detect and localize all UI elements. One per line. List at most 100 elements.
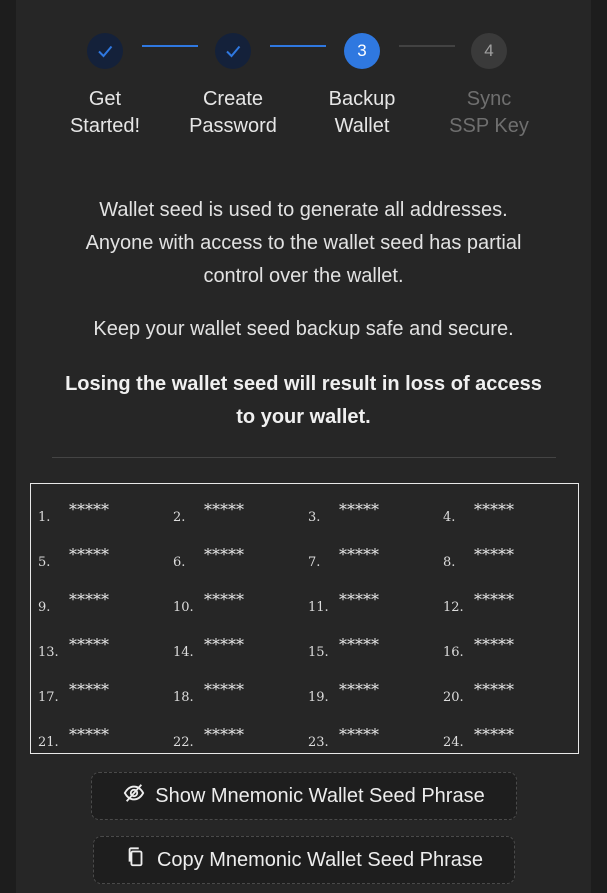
seed-word-masked: *****: [69, 545, 109, 564]
seed-word-masked: *****: [204, 500, 244, 519]
seed-word-masked: *****: [474, 680, 514, 699]
show-seed-phrase-label: Show Mnemonic Wallet Seed Phrase: [155, 784, 485, 807]
step-label: Sync SSP Key: [449, 88, 529, 137]
seed-word-masked: *****: [204, 725, 244, 744]
seed-word-number: 17.: [38, 690, 59, 705]
check-icon: [215, 33, 251, 69]
seed-word-masked: *****: [474, 635, 514, 654]
seed-word-number: 4.: [443, 510, 456, 525]
info-line: control over the wallet.: [203, 265, 404, 287]
step-number: 4: [471, 33, 507, 69]
seed-word-number: 19.: [308, 690, 329, 705]
seed-word: 10. *****: [166, 582, 296, 615]
warning-text: Losing the wallet seed will result in lo…: [65, 373, 542, 395]
seed-word-number: 1.: [38, 510, 51, 525]
seed-word-masked: *****: [339, 680, 379, 699]
seed-word: 20. *****: [436, 672, 566, 705]
seed-word-masked: *****: [474, 545, 514, 564]
seed-word-masked: *****: [69, 725, 109, 744]
eye-off-icon: [123, 782, 145, 810]
seed-word-masked: *****: [339, 590, 379, 609]
seed-word: 3. *****: [301, 492, 431, 525]
seed-word-masked: *****: [339, 545, 379, 564]
seed-word: 24. *****: [436, 717, 566, 750]
seed-word-masked: *****: [69, 590, 109, 609]
seed-word-masked: *****: [69, 635, 109, 654]
seed-word: 17. *****: [31, 672, 161, 705]
seed-word-masked: *****: [339, 635, 379, 654]
seed-word: 19. *****: [301, 672, 431, 705]
seed-word: 22. *****: [166, 717, 296, 750]
seed-word: 23. *****: [301, 717, 431, 750]
seed-word-masked: *****: [204, 590, 244, 609]
seed-word-number: 8.: [443, 555, 456, 570]
seed-word: 18. *****: [166, 672, 296, 705]
seed-word: 4. *****: [436, 492, 566, 525]
step-label: Create Password: [189, 88, 277, 137]
seed-word-number: 13.: [38, 645, 59, 660]
seed-word: 8. *****: [436, 537, 566, 570]
seed-word-masked: *****: [69, 500, 109, 519]
seed-word-number: 16.: [443, 645, 464, 660]
show-seed-phrase-button[interactable]: Show Mnemonic Wallet Seed Phrase: [91, 772, 517, 820]
step-label: Backup Wallet: [328, 88, 396, 137]
seed-word-number: 15.: [308, 645, 329, 660]
seed-word: 13. *****: [31, 627, 161, 660]
seed-word: 6. *****: [166, 537, 296, 570]
check-icon: [87, 33, 123, 69]
backup-wallet-panel: Get Started! Create Password 3 Backup Wa…: [16, 0, 591, 893]
info-line: Wallet seed is used to generate all addr…: [99, 199, 508, 221]
seed-word-number: 10.: [173, 600, 194, 615]
seed-word-number: 11.: [308, 600, 329, 615]
seed-word: 11. *****: [301, 582, 431, 615]
seed-word-masked: *****: [474, 590, 514, 609]
seed-word-masked: *****: [339, 500, 379, 519]
keep-safe-text: Keep your wallet seed backup safe and se…: [93, 318, 514, 340]
seed-word: 1. *****: [31, 492, 161, 525]
seed-word-number: 24.: [443, 735, 464, 750]
divider: [52, 457, 556, 458]
step-get-started: Get Started!: [45, 33, 165, 140]
seed-word-number: 12.: [443, 600, 464, 615]
seed-word: 12. *****: [436, 582, 566, 615]
seed-word-number: 2.: [173, 510, 186, 525]
seed-word: 5. *****: [31, 537, 161, 570]
seed-word-number: 5.: [38, 555, 51, 570]
seed-word-number: 7.: [308, 555, 321, 570]
seed-word: 16. *****: [436, 627, 566, 660]
seed-word-number: 22.: [173, 735, 194, 750]
seed-word: 2. *****: [166, 492, 296, 525]
step-label: Get Started!: [69, 88, 141, 137]
seed-word: 7. *****: [301, 537, 431, 570]
seed-word-masked: *****: [474, 500, 514, 519]
seed-word-masked: *****: [474, 725, 514, 744]
seed-word: 21. *****: [31, 717, 161, 750]
seed-word-number: 6.: [173, 555, 186, 570]
step-sync-ssp-key: 4 Sync SSP Key: [429, 33, 549, 140]
seed-word-masked: *****: [339, 725, 379, 744]
seed-word-masked: *****: [204, 680, 244, 699]
copy-seed-phrase-label: Copy Mnemonic Wallet Seed Phrase: [156, 848, 484, 871]
copy-icon: [125, 846, 147, 874]
seed-word-number: 23.: [308, 735, 329, 750]
seed-word-masked: *****: [69, 680, 109, 699]
seed-word: 9. *****: [31, 582, 161, 615]
step-create-password: Create Password: [173, 33, 293, 140]
seed-phrase-grid: 1. ***** 2. ***** 3. ***** 4. ***** 5. ***** 6. ***…: [30, 483, 579, 754]
seed-word-masked: *****: [204, 635, 244, 654]
info-line: Anyone with access to the wallet seed ha…: [85, 232, 522, 254]
step-backup-wallet: 3 Backup Wallet: [302, 33, 422, 140]
seed-word-masked: *****: [204, 545, 244, 564]
seed-word-number: 18.: [173, 690, 194, 705]
stepper: Get Started! Create Password 3 Backup Wa…: [16, 0, 591, 160]
warning-text: to your wallet.: [236, 406, 371, 428]
seed-word: 14. *****: [166, 627, 296, 660]
seed-word-number: 3.: [308, 510, 321, 525]
step-number: 3: [344, 33, 380, 69]
copy-seed-phrase-button[interactable]: Copy Mnemonic Wallet Seed Phrase: [93, 836, 515, 884]
seed-word-number: 14.: [173, 645, 194, 660]
seed-word: 15. *****: [301, 627, 431, 660]
seed-word-number: 20.: [443, 690, 464, 705]
seed-word-number: 21.: [38, 735, 59, 750]
seed-word-number: 9.: [38, 600, 51, 615]
